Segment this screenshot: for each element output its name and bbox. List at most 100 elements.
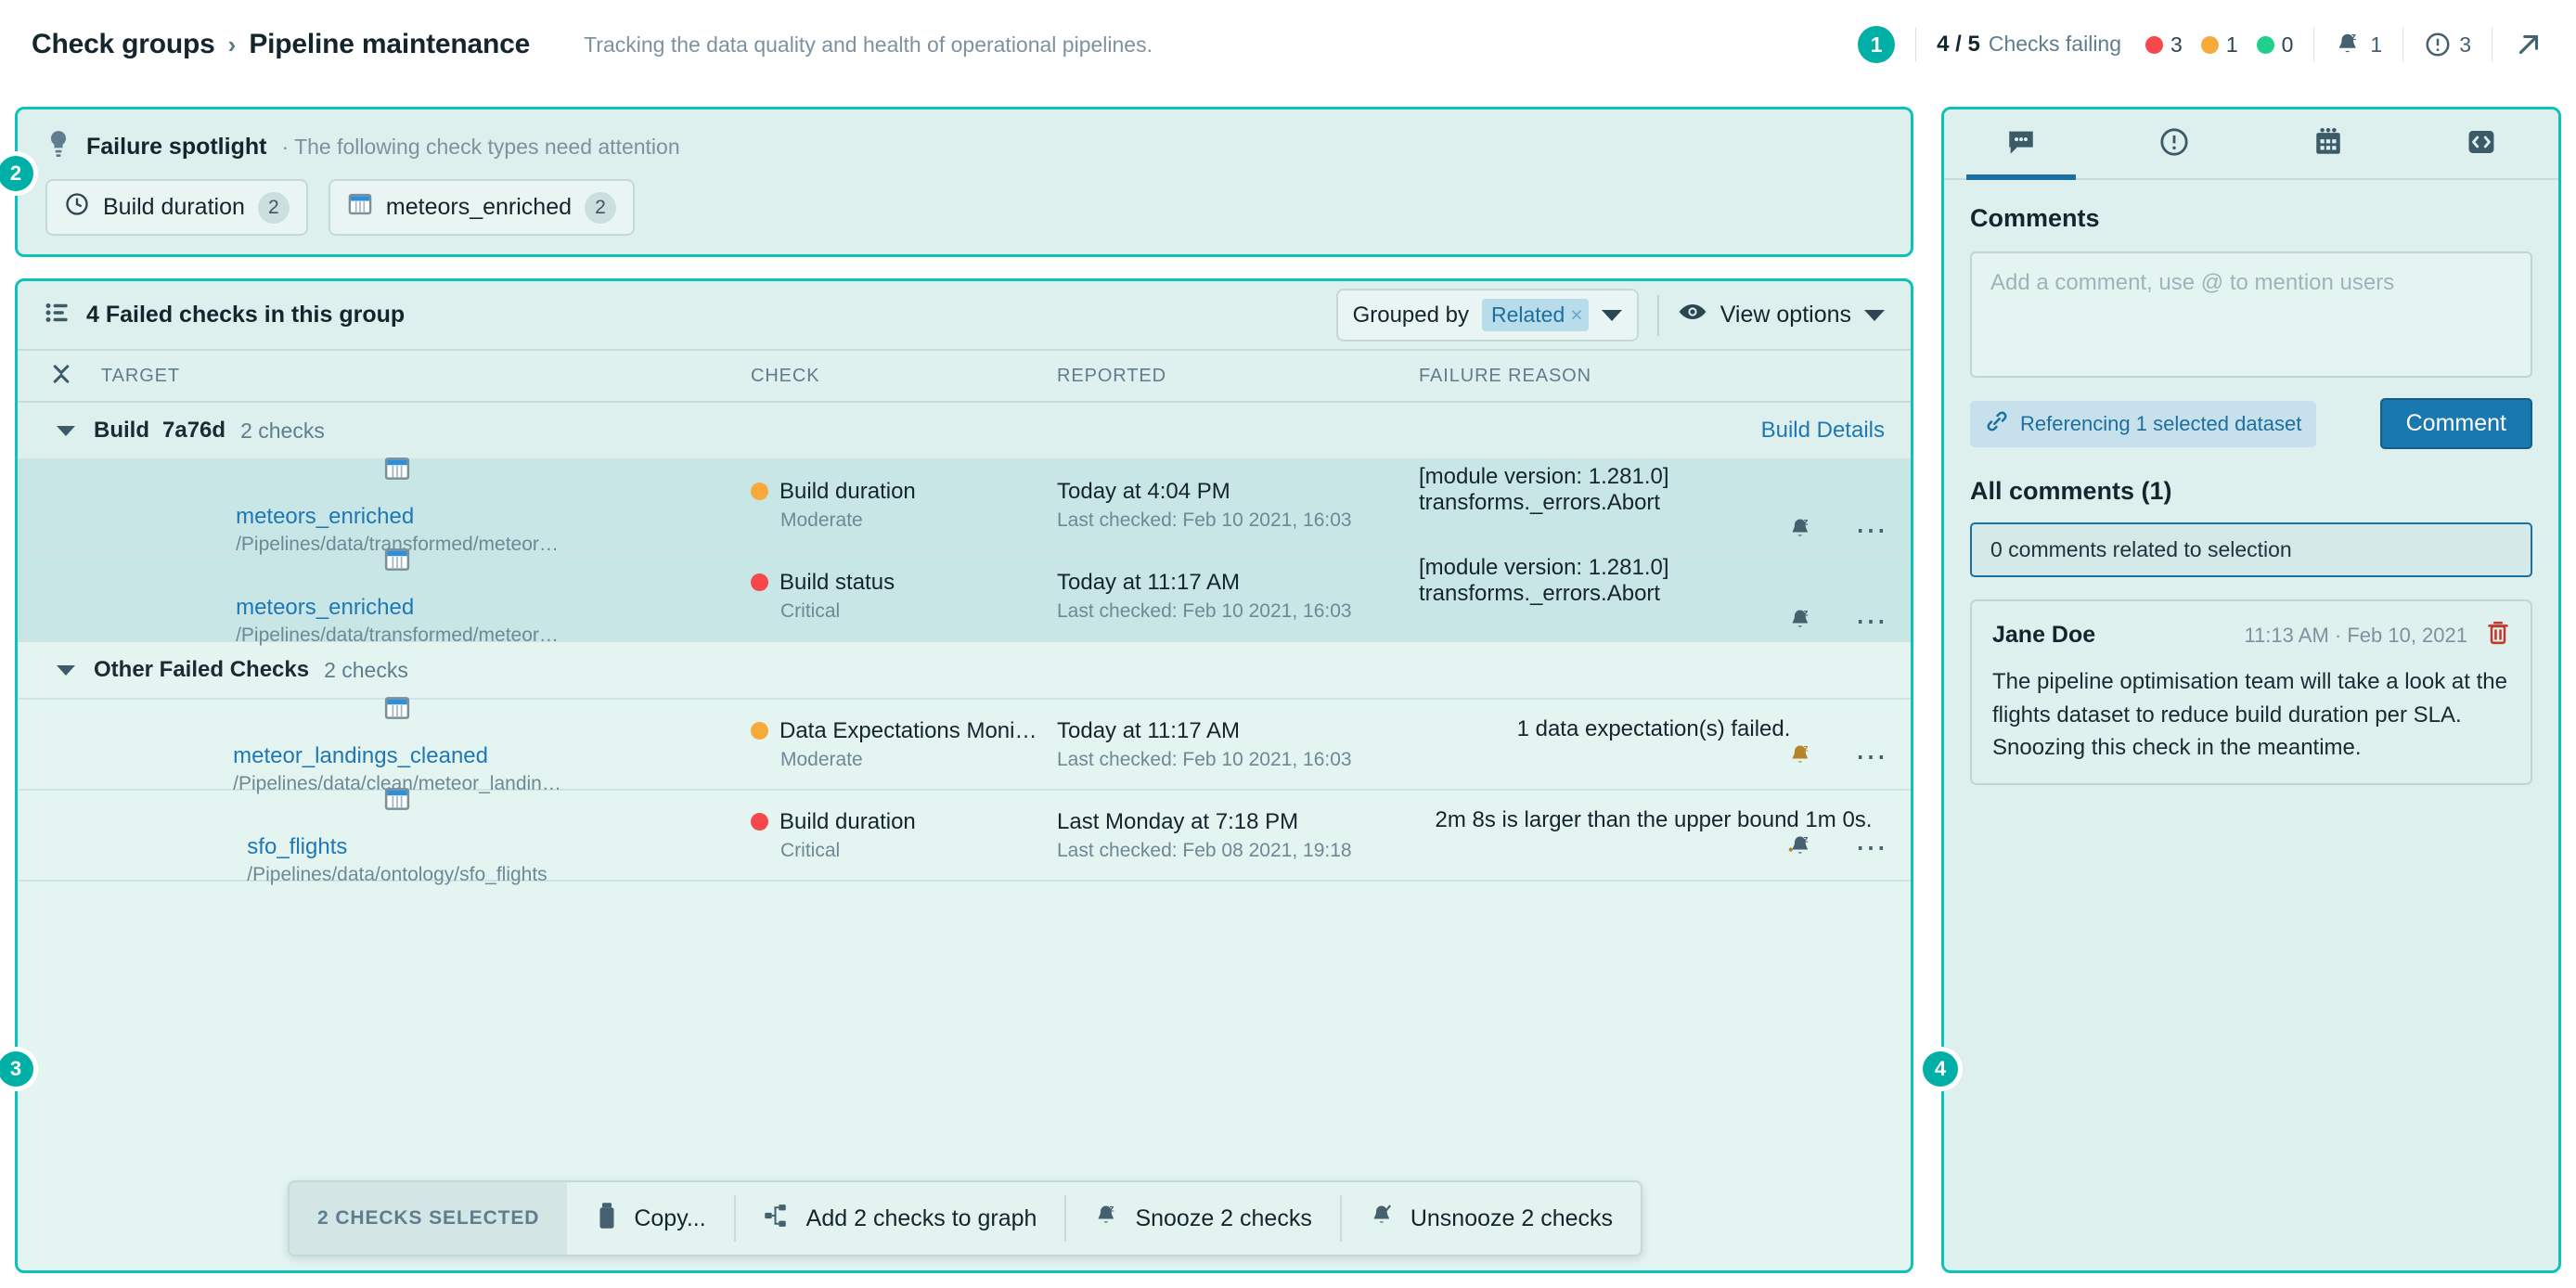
divider xyxy=(1915,27,1916,62)
snooze-bell-icon[interactable]: z xyxy=(1788,742,1814,773)
tab-schedule[interactable] xyxy=(2251,109,2405,178)
cell-target: meteors_enriched /Pipelines/data/transfo… xyxy=(18,550,751,641)
reference-pill[interactable]: Referencing 1 selected dataset xyxy=(1970,401,2316,447)
severity-label: Moderate xyxy=(780,749,1057,771)
chevron-down-icon[interactable] xyxy=(57,426,75,436)
list-icon xyxy=(44,299,71,331)
snooze-button[interactable]: z Snooze 2 checks xyxy=(1066,1182,1339,1255)
breadcrumb-separator-icon: › xyxy=(228,31,237,59)
cell-reason: 1 data expectation(s) failed. z ⋯ xyxy=(1419,699,1911,790)
trash-icon[interactable] xyxy=(2486,620,2510,650)
comment-author: Jane Doe xyxy=(1992,622,2095,649)
spotlight-chip-build-duration[interactable]: Build duration 2 xyxy=(45,179,308,236)
grouped-by-control[interactable]: Grouped by Related × xyxy=(1336,289,1639,341)
target-link[interactable]: meteors_enriched xyxy=(236,504,559,530)
svg-text:z: z xyxy=(1110,1203,1114,1214)
target-link[interactable]: sfo_flights xyxy=(247,834,547,860)
table-row[interactable]: sfo_flights /Pipelines/data/ontology/sfo… xyxy=(18,791,1911,882)
cell-check: Build duration Critical xyxy=(751,790,1057,881)
cell-target: sfo_flights /Pipelines/data/ontology/sfo… xyxy=(18,790,751,881)
unsnooze-button[interactable]: Unsnooze 2 checks xyxy=(1342,1182,1641,1255)
group-header-other[interactable]: Other Failed Checks 2 checks xyxy=(18,642,1911,700)
grouped-by-tag[interactable]: Related × xyxy=(1482,299,1589,331)
table-row[interactable]: meteors_enriched /Pipelines/data/transfo… xyxy=(18,460,1911,551)
failure-reason: 1 data expectation(s) failed. xyxy=(1517,716,1791,742)
breadcrumb-root[interactable]: Check groups xyxy=(32,29,215,60)
cell-check: Data Expectations Moni… Moderate xyxy=(751,699,1057,790)
svg-text:z: z xyxy=(1803,516,1808,527)
view-options-label: View options xyxy=(1720,302,1851,328)
divider xyxy=(2402,27,2403,62)
table-row[interactable]: meteor_landings_cleaned /Pipelines/data/… xyxy=(18,700,1911,791)
row-menu-button[interactable]: ⋯ xyxy=(1855,616,1888,627)
critical-counter: 3 xyxy=(2145,32,2183,58)
snooze-bell-icon[interactable]: z xyxy=(1788,516,1814,547)
snooze-bell-dot-icon[interactable]: z xyxy=(1788,833,1814,864)
group-header-build[interactable]: Build 7a76d 2 checks Build Details xyxy=(18,403,1911,460)
calendar-icon xyxy=(2312,126,2344,162)
expand-button[interactable] xyxy=(2513,29,2544,60)
spotlight-subtitle: · The following check types need attenti… xyxy=(281,135,679,160)
tab-issues[interactable] xyxy=(2098,109,2252,178)
alert-circle-icon xyxy=(2158,126,2190,162)
column-header-reason[interactable]: FAILURE REASON xyxy=(1419,366,1911,387)
build-details-link[interactable]: Build Details xyxy=(1761,418,1885,444)
reported-time: Today at 11:17 AM xyxy=(1057,718,1419,744)
snoozed-counter[interactable]: z 1 xyxy=(2335,31,2382,58)
spotlight-chip-label: Build duration xyxy=(103,194,245,221)
alerts-counter[interactable]: 3 xyxy=(2424,31,2471,58)
unsnooze-label: Unsnooze 2 checks xyxy=(1410,1205,1613,1232)
cell-check: Build duration Moderate xyxy=(751,459,1057,550)
group-count: 2 checks xyxy=(240,419,325,444)
sidebar-content: Comments Add a comment, use @ to mention… xyxy=(1944,180,2558,785)
chevron-down-icon[interactable] xyxy=(1602,310,1622,321)
chevron-down-icon[interactable] xyxy=(57,665,75,676)
target-link[interactable]: meteor_landings_cleaned xyxy=(233,743,561,769)
column-header-check[interactable]: CHECK xyxy=(751,366,1057,387)
column-header-reported[interactable]: REPORTED xyxy=(1057,366,1419,387)
tab-code[interactable] xyxy=(2405,109,2559,178)
page-subtitle: Tracking the data quality and health of … xyxy=(584,32,1153,58)
sort-icon[interactable] xyxy=(49,360,73,393)
chevron-down-icon[interactable] xyxy=(1864,310,1885,321)
related-comments-box[interactable]: 0 comments related to selection xyxy=(1970,522,2532,577)
column-header-target[interactable]: TARGET xyxy=(18,366,751,387)
close-icon[interactable]: × xyxy=(1570,303,1582,328)
target-link[interactable]: meteors_enriched xyxy=(236,595,559,621)
view-options-button[interactable]: View options xyxy=(1678,301,1885,329)
snooze-bell-icon[interactable]: z xyxy=(1788,607,1814,638)
checks-failing-value: 4 / 5 xyxy=(1937,32,1980,58)
healthy-count: 0 xyxy=(2282,32,2294,58)
annotation-badge-4: 4 xyxy=(1923,1051,1958,1087)
add-to-graph-button[interactable]: Add 2 checks to graph xyxy=(736,1182,1065,1255)
comment-submit-button[interactable]: Comment xyxy=(2380,398,2532,449)
row-menu-button[interactable]: ⋯ xyxy=(1855,752,1888,763)
dataset-icon xyxy=(383,546,411,578)
row-menu-button[interactable]: ⋯ xyxy=(1855,843,1888,854)
spotlight-chip-meteors-enriched[interactable]: meteors_enriched 2 xyxy=(328,179,635,236)
sidebar-tabs xyxy=(1944,109,2558,180)
tab-comments[interactable] xyxy=(1944,109,2098,178)
failure-reason: 2m 8s is larger than the upper bound 1m … xyxy=(1436,807,1873,833)
table-row[interactable]: meteors_enriched /Pipelines/data/transfo… xyxy=(18,551,1911,642)
comment-input[interactable]: Add a comment, use @ to mention users xyxy=(1970,251,2532,378)
copy-button[interactable]: Copy... xyxy=(567,1182,733,1255)
svg-text:z: z xyxy=(1803,742,1808,753)
column-label-target: TARGET xyxy=(101,366,180,386)
divider xyxy=(1657,295,1659,336)
moderate-count: 1 xyxy=(2226,32,2238,58)
last-checked: Last checked: Feb 10 2021, 16:03 xyxy=(1057,509,1419,532)
failed-checks-title: 4 Failed checks in this group xyxy=(86,302,405,328)
comments-heading: Comments xyxy=(1970,204,2532,233)
header-status-group: 1 4 / 5 Checks failing 3 1 0 xyxy=(1858,19,2544,71)
dataset-icon xyxy=(383,785,411,818)
last-checked: Last checked: Feb 10 2021, 16:03 xyxy=(1057,600,1419,623)
reported-time: Last Monday at 7:18 PM xyxy=(1057,809,1419,835)
eye-icon xyxy=(1678,301,1707,329)
row-menu-button[interactable]: ⋯ xyxy=(1855,525,1888,536)
svg-text:z: z xyxy=(1803,833,1808,844)
cell-reason: [module version: 1.281.0] transforms._er… xyxy=(1419,459,1911,550)
spotlight-chip-count: 2 xyxy=(258,192,290,224)
severity-dot-icon xyxy=(751,813,768,831)
dataset-icon xyxy=(347,191,373,224)
